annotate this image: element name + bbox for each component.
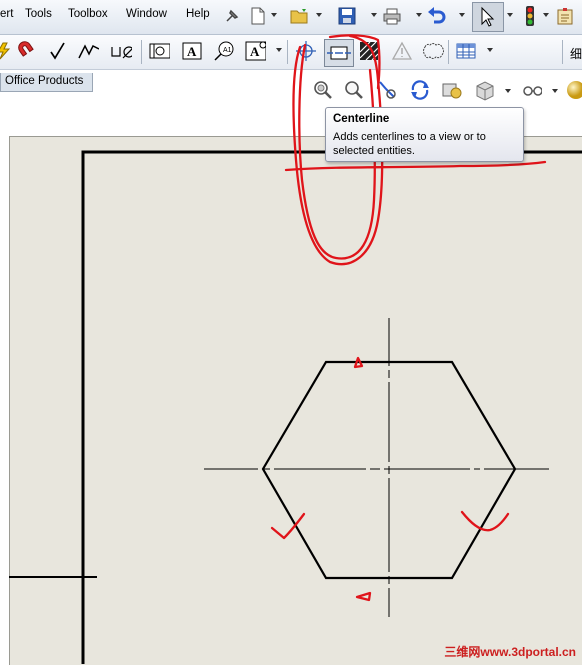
sheet-border-line — [81, 150, 582, 664]
red-underline — [284, 160, 547, 172]
tooltip-title: Centerline — [333, 113, 390, 125]
drawing-view — [9, 34, 582, 664]
tooltip-description: Adds centerlines to a view or to selecte… — [333, 131, 486, 157]
red-mark-bottom — [355, 591, 372, 602]
red-mark-left — [270, 512, 306, 540]
watermark-text: 三维网www.3dportal.cn — [444, 645, 576, 659]
centerline-tooltip: Centerline Adds centerlines to a view or… — [325, 107, 524, 162]
